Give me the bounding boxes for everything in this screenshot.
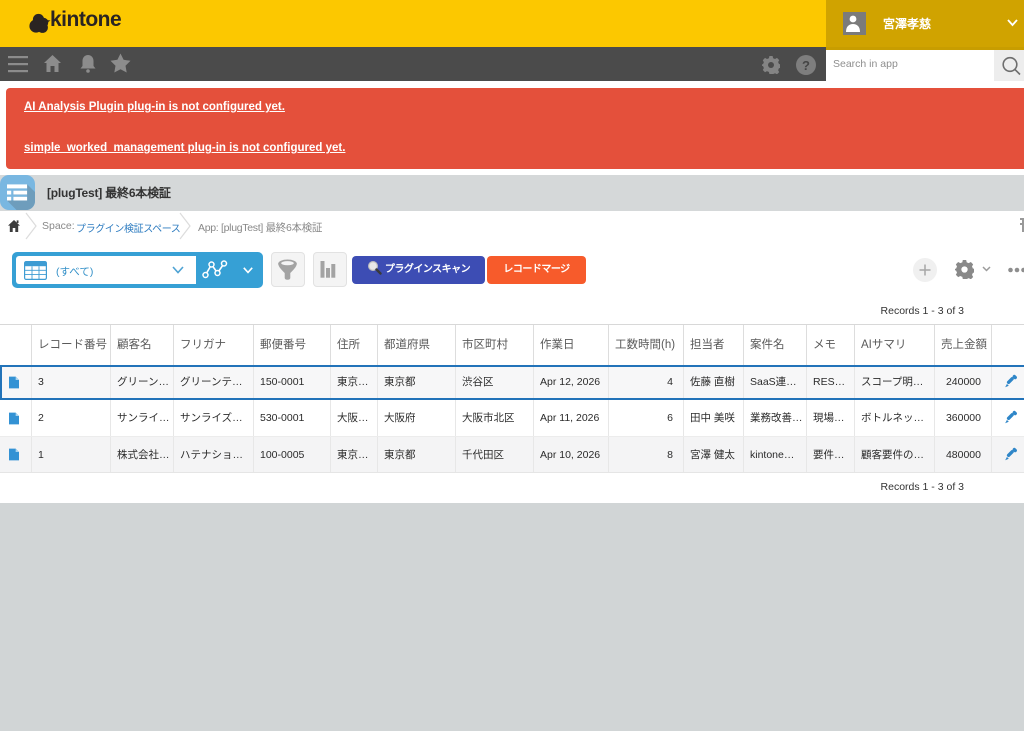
svg-text:?: ? [802,58,810,73]
